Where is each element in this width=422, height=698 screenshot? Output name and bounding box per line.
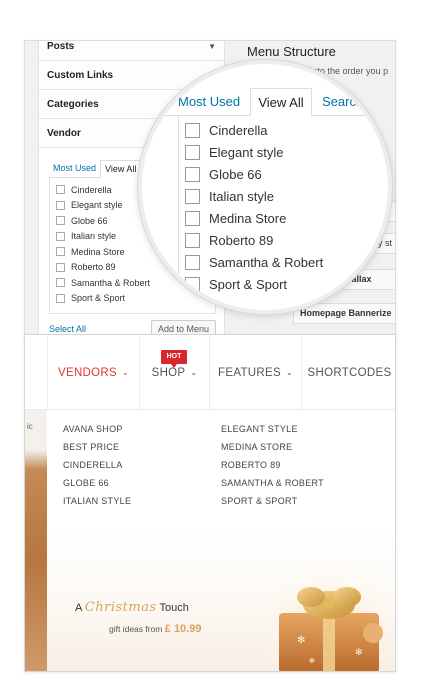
zoomed-vendor-tabs: Most Used View All Search <box>142 88 388 116</box>
vendor-link[interactable]: ELEGANT STYLE <box>221 424 324 442</box>
checkbox[interactable] <box>56 231 65 241</box>
tab-most-used[interactable]: Most Used <box>49 160 100 177</box>
nav-label: VENDORS <box>58 366 117 379</box>
checkbox-label: Sport & Sport <box>71 293 126 304</box>
promo-word: A <box>75 602 82 614</box>
checkbox[interactable] <box>56 185 65 195</box>
vendor-link[interactable]: SPORT & SPORT <box>221 496 324 514</box>
vendor-link[interactable]: GLOBE 66 <box>63 478 131 496</box>
nav-label: SHOP <box>151 366 186 379</box>
storefront-screenshot: VENDORS ⌄ SHOP ⌄ FEATURES ⌄ SHORTCODES HOT … <box>24 334 396 672</box>
chevron-down-icon: ⌄ <box>121 368 129 377</box>
accordion-label: Posts <box>47 40 75 52</box>
checkbox-label: Cinderella <box>209 122 268 138</box>
mega-menu-column-2: ELEGANT STYLE MEDINA STORE ROBERTO 89 SA… <box>221 424 324 514</box>
vendors-mega-menu: AVANA SHOP BEST PRICE CINDERELLA GLOBE 6… <box>47 410 395 671</box>
nav-shop[interactable]: SHOP ⌄ <box>139 335 209 410</box>
tab-most-used[interactable]: Most Used <box>178 88 240 116</box>
checkbox[interactable] <box>56 216 65 226</box>
hot-badge: HOT <box>161 350 187 368</box>
zoomed-vendor-panel: Most Used View All Search Cinderella Ele… <box>142 64 388 310</box>
main-navigation: VENDORS ⌄ SHOP ⌄ FEATURES ⌄ SHORTCODES HOT <box>25 335 395 410</box>
checkbox[interactable] <box>185 166 200 182</box>
list-item[interactable]: Samantha & Robert <box>185 251 323 273</box>
promo-headline: A Christmas Touch <box>75 600 189 615</box>
chevron-down-icon: ⌄ <box>285 368 293 377</box>
checkbox-label: Samantha & Robert <box>71 277 151 288</box>
checkbox[interactable] <box>185 144 200 160</box>
list-item[interactable]: Medina Store <box>185 207 286 229</box>
list-item[interactable]: Italian style <box>185 185 274 207</box>
checkbox[interactable] <box>56 200 65 210</box>
nav-shortcodes[interactable]: SHORTCODES <box>301 335 395 410</box>
checkbox-label: Samantha & Robert <box>209 254 324 270</box>
promo-price: £ 10.99 <box>164 623 202 635</box>
menu-structure-title: Menu Structure <box>247 44 336 59</box>
mega-menu-column-1: AVANA SHOP BEST PRICE CINDERELLA GLOBE 6… <box>63 424 131 514</box>
vendor-link[interactable]: ITALIAN STYLE <box>63 496 131 514</box>
vendor-link[interactable]: AVANA SHOP <box>63 424 131 442</box>
checkbox-label: Elegant style <box>209 144 284 160</box>
vendor-link[interactable]: ROBERTO 89 <box>221 460 324 478</box>
list-item[interactable]: Elegant style <box>185 141 283 163</box>
vendor-link[interactable]: BEST PRICE <box>63 442 131 460</box>
checkbox[interactable] <box>185 188 200 204</box>
nav-label: FEATURES <box>218 366 281 379</box>
checkbox-label: Sport & Sport <box>209 276 288 292</box>
background-image-strip: ic <box>25 410 47 671</box>
gift-box-image: ✻ ✻ ✻ <box>269 563 389 671</box>
caret-down-icon: ▼ <box>208 41 216 51</box>
select-all-link[interactable]: Select All <box>49 324 86 334</box>
promo-gift-text: gift ideas from <box>109 624 163 634</box>
vendor-link[interactable]: MEDINA STORE <box>221 442 324 460</box>
list-item[interactable]: Sport & Sport <box>185 273 287 295</box>
tab-search[interactable]: Search <box>322 88 363 116</box>
truncated-text: ic <box>27 422 33 431</box>
nav-vendors[interactable]: VENDORS ⌄ <box>47 335 139 410</box>
checkbox[interactable] <box>56 293 65 303</box>
promo-word: Touch <box>159 602 189 614</box>
checkbox-label: Roberto 89 <box>209 232 274 248</box>
checkbox[interactable] <box>56 247 65 257</box>
chevron-down-icon: ⌄ <box>190 368 198 377</box>
list-item[interactable]: Roberto 89 <box>185 229 273 251</box>
magnifier-zoom-lens: Most Used View All Search Cinderella Ele… <box>138 60 392 314</box>
checkbox[interactable] <box>185 122 200 138</box>
accordion-label: Categories <box>47 98 99 110</box>
checkbox-label: Medina Store <box>209 210 287 226</box>
svg-text:✻: ✻ <box>309 657 315 665</box>
checkbox[interactable] <box>185 232 200 248</box>
list-item[interactable]: Cinderella <box>185 119 268 141</box>
checkbox-label: Cinderella <box>71 184 112 195</box>
checkbox[interactable] <box>185 276 200 292</box>
checkbox-label: Italian style <box>209 188 275 204</box>
svg-text:✻: ✻ <box>355 648 363 658</box>
checkbox[interactable] <box>56 262 65 272</box>
vendor-link[interactable]: CINDERELLA <box>63 460 131 478</box>
promo-christmas: Christmas <box>84 600 157 615</box>
nav-features[interactable]: FEATURES ⌄ <box>209 335 301 410</box>
tab-view-all[interactable]: View All <box>250 88 312 116</box>
tab-view-all[interactable]: View All <box>100 160 142 178</box>
accordion-label: Custom Links <box>47 69 114 81</box>
promo-subline: gift ideas from £ 10.99 <box>109 623 201 635</box>
checkbox-label: Italian style <box>71 231 117 242</box>
vendor-link[interactable]: SAMANTHA & ROBERT <box>221 478 324 496</box>
accordion-label: Vendor <box>47 127 81 139</box>
checkbox-label: Globe 66 <box>209 166 262 182</box>
accordion-posts[interactable]: Posts ▼ <box>39 40 224 61</box>
list-item[interactable]: Globe 66 <box>185 163 262 185</box>
zoomed-vendor-checklist: Cinderella Elegant style Globe 66 Italia… <box>178 116 388 310</box>
checkbox[interactable] <box>56 278 65 288</box>
checkbox-label: Elegant style <box>71 200 123 211</box>
svg-text:✻: ✻ <box>297 635 305 646</box>
checkbox-label: Roberto 89 <box>71 262 116 273</box>
checkbox-label: Globe 66 <box>71 215 108 226</box>
checkbox[interactable] <box>185 254 200 270</box>
checkbox-label: Medina Store <box>71 246 125 257</box>
checkbox[interactable] <box>185 210 200 226</box>
nav-label: SHORTCODES <box>307 366 392 379</box>
